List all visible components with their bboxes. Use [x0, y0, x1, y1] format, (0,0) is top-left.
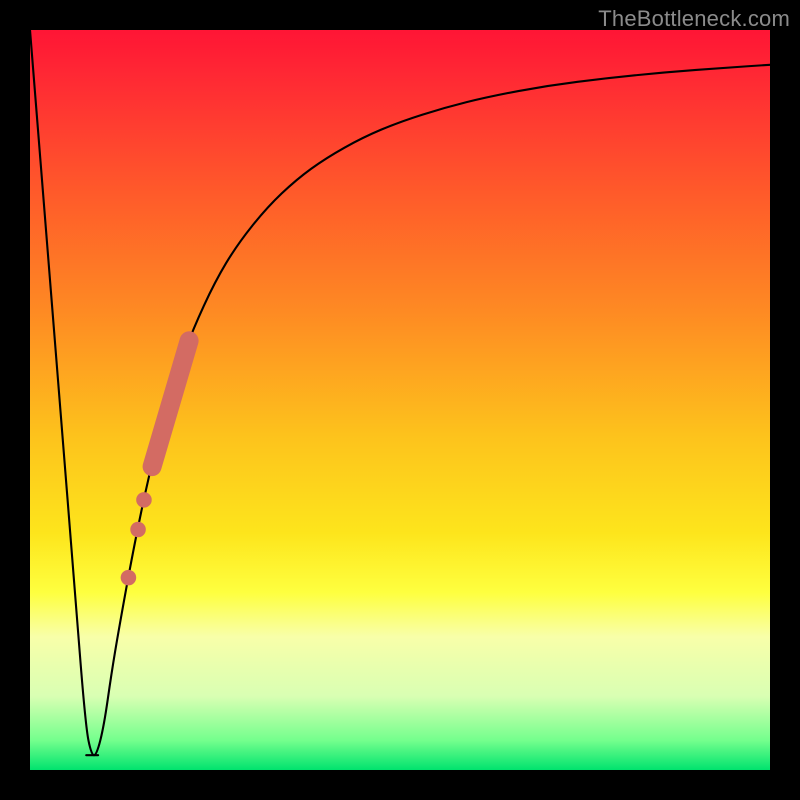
data-marker: [121, 570, 137, 586]
watermark-text: TheBottleneck.com: [598, 6, 790, 32]
bottleneck-curve: [30, 30, 770, 755]
data-marker: [130, 522, 146, 538]
highlight-segment: [152, 341, 189, 467]
data-marker: [136, 492, 152, 508]
plot-area: [30, 30, 770, 770]
chart-svg: [30, 30, 770, 770]
chart-frame: TheBottleneck.com: [0, 0, 800, 800]
